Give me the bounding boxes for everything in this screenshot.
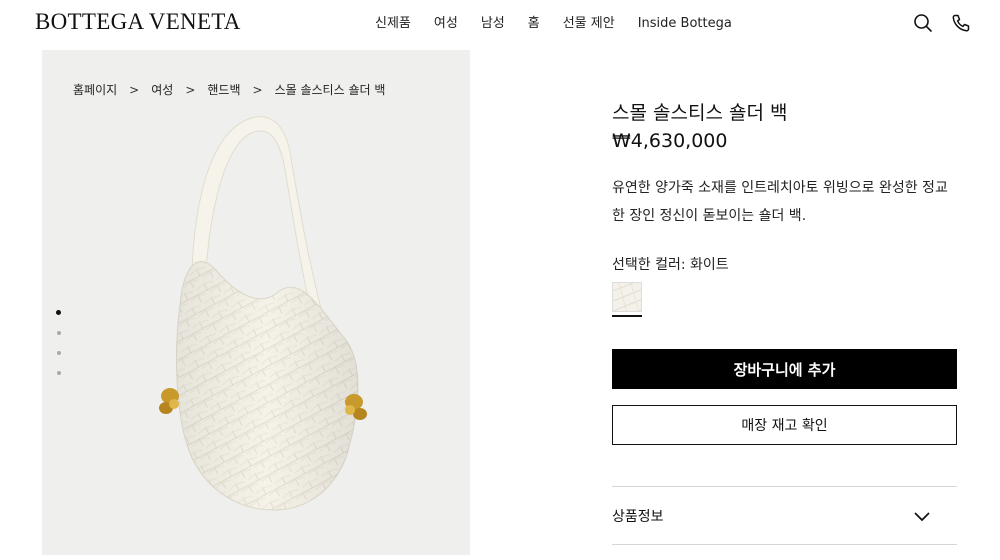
slide-dot[interactable] [56, 331, 61, 335]
brand-logo[interactable]: BOTTEGA VENETA [35, 9, 241, 35]
add-to-cart-button[interactable]: 장바구니에 추가 [612, 349, 957, 389]
site-header: BOTTEGA VENETA 신제품 여성 남성 홈 선물 제안 Inside … [0, 0, 1000, 48]
product-price: ₩4,630,000 [612, 130, 728, 152]
selected-color-label: 선택한 컬러: 화이트 [612, 257, 729, 273]
accordion-label: 상품정보 [612, 508, 664, 525]
slide-dot-active[interactable] [56, 310, 61, 315]
product-image-bag [159, 116, 367, 511]
nav-item-inside-bottega[interactable]: Inside Bottega [638, 15, 732, 33]
nav-item-women[interactable]: 여성 [434, 15, 458, 33]
breadcrumb-women[interactable]: 여성 [151, 82, 173, 98]
product-description: 유연한 양가죽 소재를 인트레치아토 위빙으로 완성한 정교한 장인 정신이 돋… [612, 180, 948, 224]
search-icon[interactable] [912, 12, 934, 34]
product-details-accordion[interactable]: 상품정보 [612, 487, 957, 544]
breadcrumb-current: 스몰 솔스티스 숄더 백 [274, 83, 386, 97]
product-title: 스몰 솔스티스 숄더 백 [612, 102, 788, 124]
nav-item-home[interactable]: 홈 [528, 15, 540, 33]
breadcrumb-home[interactable]: 홈페이지 [73, 82, 117, 98]
main-nav: 신제품 여성 남성 홈 선물 제안 Inside Bottega [375, 15, 732, 33]
breadcrumb-separator: > [185, 83, 196, 97]
breadcrumb-separator: > [252, 83, 263, 97]
breadcrumb-handbags[interactable]: 핸드백 [207, 82, 240, 98]
nav-item-new[interactable]: 신제품 [375, 15, 411, 33]
color-swatch-white[interactable] [612, 282, 642, 312]
nav-item-men[interactable]: 남성 [481, 15, 505, 33]
breadcrumb: 홈페이지 > 여성 > 핸드백 > 스몰 솔스티스 숄더 백 [73, 82, 385, 98]
phone-icon[interactable] [950, 12, 972, 34]
check-store-stock-button[interactable]: 매장 재고 확인 [612, 405, 957, 445]
divider [612, 544, 957, 545]
chevron-down-icon [914, 511, 930, 521]
slide-dot[interactable] [56, 351, 61, 355]
breadcrumb-separator: > [129, 83, 140, 97]
nav-item-gifts[interactable]: 선물 제안 [563, 15, 615, 33]
product-gallery[interactable]: 홈페이지 > 여성 > 핸드백 > 스몰 솔스티스 숄더 백 [42, 50, 470, 555]
slide-dot[interactable] [56, 371, 61, 375]
swatch-selected-indicator [612, 315, 642, 317]
gold-knot-left [159, 388, 179, 414]
